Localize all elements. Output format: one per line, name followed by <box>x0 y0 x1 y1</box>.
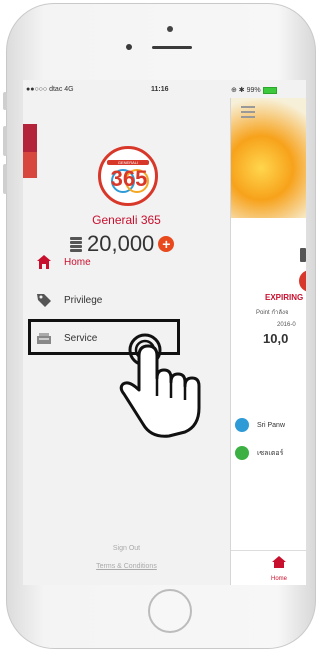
list-item-label: เซลเตอร์ <box>257 449 284 457</box>
logo-banner: GENERALI <box>107 160 149 165</box>
hamburger-icon[interactable] <box>241 106 255 121</box>
status-right: ⊕ ✱ 99% <box>231 86 277 94</box>
red-strip-top <box>23 124 37 152</box>
volume-down-button <box>3 164 7 194</box>
expiring-line1: Point กำลังจ <box>256 310 289 316</box>
volume-up-button <box>3 126 7 156</box>
menu-label-home: Home <box>64 256 91 268</box>
menu-item-privilege[interactable]: Privilege <box>36 289 102 311</box>
main-content-peek[interactable]: EXPIRING Point กำลังจ 2016-0 10,0 Sri Pa… <box>230 98 306 585</box>
tab-home[interactable]: Home <box>259 555 299 582</box>
side-drawer: GENERALI 365 Generali 365 20,000 + Home … <box>23 98 230 585</box>
expiring-card: EXPIRING Point กำลังจ 2016-0 10,0 <box>233 293 305 346</box>
earpiece-speaker <box>152 46 192 49</box>
red-strip-bottom <box>23 152 37 178</box>
terms-link[interactable]: Terms & Conditions <box>23 563 230 570</box>
tab-home-label: Home <box>270 576 287 582</box>
phone-screen: ●●○○○ dtac 4G 11:16 ⊕ ✱ 99% GENERALI 365… <box>23 80 306 585</box>
home-tab-icon <box>272 556 286 568</box>
battery-icon <box>262 86 277 94</box>
tag-icon <box>37 294 51 307</box>
expiring-label: EXPIRING <box>265 293 304 302</box>
location-icon-green <box>235 446 249 460</box>
location-icon-blue <box>235 418 249 432</box>
coin-icon-small <box>300 248 306 262</box>
app-logo: GENERALI 365 <box>98 146 158 206</box>
menu-item-home[interactable]: Home <box>36 251 91 273</box>
home-hardware-button[interactable] <box>148 589 192 633</box>
add-points-icon[interactable]: + <box>158 236 175 252</box>
expiring-points: 10,0 <box>263 331 289 346</box>
brand-name: Generali 365 <box>92 213 161 227</box>
list-item[interactable]: เซลเตอร์ <box>235 444 306 462</box>
points-value: 20,000 <box>87 231 155 256</box>
carrier-label: ●●○○○ dtac 4G <box>26 86 74 93</box>
list-item[interactable]: Sri Panw <box>235 416 306 434</box>
front-camera <box>167 26 173 32</box>
status-bar: ●●○○○ dtac 4G 11:16 ⊕ ✱ 99% <box>23 80 306 98</box>
sign-out-link[interactable]: Sign Out <box>23 545 230 552</box>
battery-label: ⊕ ✱ 99% <box>231 87 261 94</box>
mute-switch <box>3 92 7 110</box>
list-item-label: Sri Panw <box>257 421 286 429</box>
home-icon <box>37 255 51 269</box>
clock: 11:16 <box>151 86 169 93</box>
tab-bar: Home <box>231 550 306 585</box>
tap-hand-icon <box>119 333 201 438</box>
red-badge <box>299 270 306 292</box>
logo-number: 365 <box>110 166 148 191</box>
menu-label-privilege: Privilege <box>64 294 103 306</box>
expiring-line2: 2016-0 <box>277 322 296 328</box>
proximity-sensor <box>126 44 132 50</box>
